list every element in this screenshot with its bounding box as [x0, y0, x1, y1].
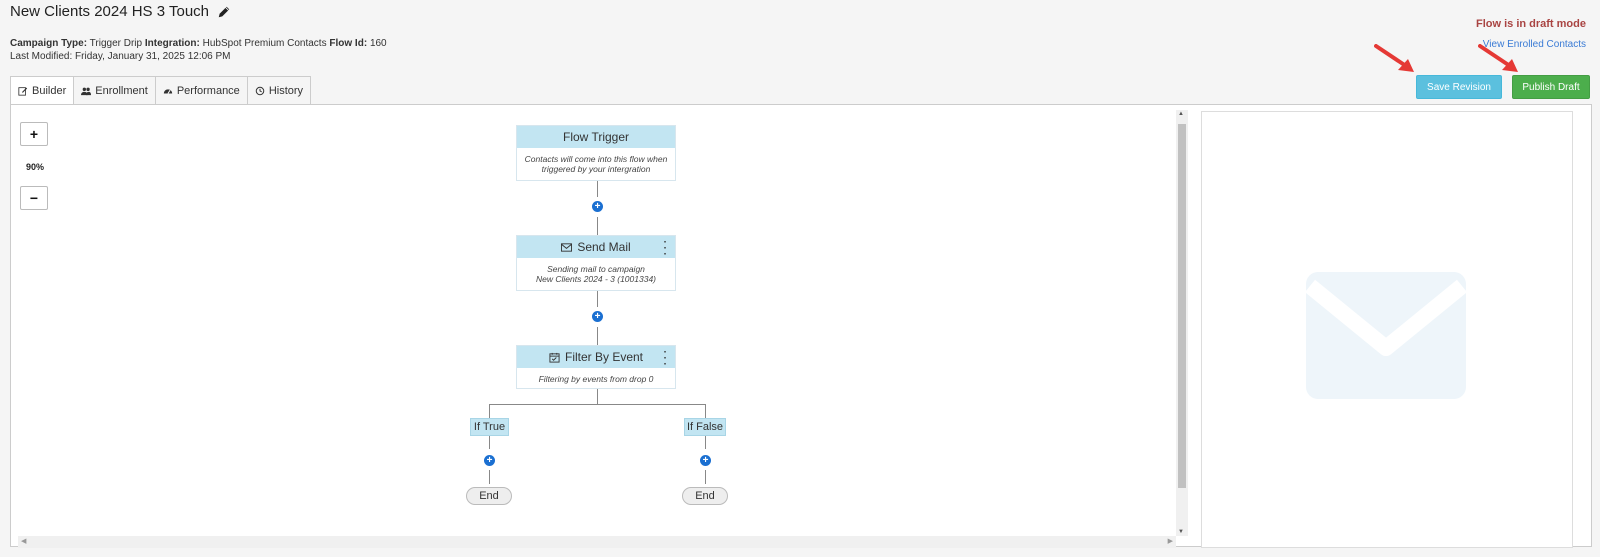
connector: [705, 404, 706, 419]
node-header: Send Mail · · ·: [517, 236, 675, 260]
add-step-button[interactable]: +: [592, 201, 603, 212]
tab-enrollment[interactable]: Enrollment: [73, 76, 156, 104]
end-node: End: [682, 487, 728, 505]
scroll-thumb[interactable]: [1178, 124, 1186, 488]
flow-title: New Clients 2024 HS 3 Touch: [10, 3, 209, 20]
flow-trigger-node[interactable]: Flow Trigger Contacts will come into thi…: [516, 125, 676, 181]
draft-status: Flow is in draft mode: [1475, 18, 1586, 30]
connector: [597, 389, 598, 404]
node-menu-icon[interactable]: · · ·: [664, 348, 667, 370]
page-title: New Clients 2024 HS 3 Touch: [10, 3, 231, 20]
node-description: Filtering by events from drop 0: [517, 368, 675, 388]
node-title: Flow Trigger: [562, 130, 630, 144]
scroll-down-icon[interactable]: ▼: [1178, 529, 1184, 535]
connector: [489, 404, 490, 419]
tab-label: Performance: [176, 84, 240, 97]
connector: [597, 327, 598, 345]
node-menu-icon[interactable]: · · ·: [664, 238, 667, 260]
connector: [705, 436, 706, 449]
last-modified: Last Modified: Friday, January 31, 2025 …: [10, 51, 231, 62]
connector: [489, 436, 490, 449]
desc-line: New Clients 2024 - 3 (1001334): [535, 274, 656, 284]
node-description: Sending mail to campaign New Clients 202…: [517, 258, 675, 288]
vertical-scrollbar[interactable]: ▲ ▼: [1176, 110, 1188, 536]
desc-line: Sending mail to campaign: [547, 264, 645, 274]
zoom-level: 90%: [26, 162, 45, 172]
tab-history[interactable]: History: [246, 76, 312, 104]
node-header: Flow Trigger: [517, 126, 675, 148]
tab-label: Builder: [32, 85, 67, 97]
users-icon: [81, 87, 92, 95]
zoom-in-button[interactable]: +: [20, 122, 48, 146]
flow-id-label: Flow Id:: [329, 38, 368, 49]
campaign-type-value: Trigger Drip: [89, 38, 143, 49]
tab-builder[interactable]: Builder: [10, 76, 75, 105]
node-title: Filter By Event: [564, 350, 644, 364]
add-step-button[interactable]: +: [700, 455, 711, 466]
scroll-up-icon[interactable]: ▲: [1178, 111, 1184, 117]
filter-by-event-node[interactable]: Filter By Event · · · Filtering by events …: [516, 345, 676, 389]
desc-line: triggered by your intergration: [541, 164, 651, 174]
flow-meta: Campaign Type: Trigger Drip Integration:…: [10, 37, 387, 63]
campaign-type-label: Campaign Type:: [10, 38, 88, 49]
flow-id-value: 160: [369, 38, 387, 49]
add-step-button[interactable]: +: [484, 455, 495, 466]
history-icon: [255, 86, 265, 95]
branch-connector: [489, 404, 706, 405]
connector: [597, 217, 598, 235]
tab-label: History: [268, 84, 304, 97]
pencil-icon[interactable]: [217, 5, 231, 19]
integration-value: HubSpot Premium Contacts: [202, 38, 327, 49]
horizontal-scrollbar[interactable]: ◀ ▶: [18, 536, 1176, 548]
scroll-right-icon[interactable]: ▶: [1168, 537, 1173, 545]
tab-bar: Builder Enrollment Performance History: [10, 76, 312, 105]
add-step-button[interactable]: +: [592, 311, 603, 322]
desc-line: Filtering by events from drop 0: [538, 374, 654, 384]
dashboard-icon: [163, 88, 172, 94]
publish-draft-button[interactable]: Publish Draft: [1512, 75, 1590, 99]
desc-line: Contacts will come into this flow when: [524, 154, 668, 164]
connector: [705, 470, 706, 484]
end-node: End: [466, 487, 512, 505]
node-description: Contacts will come into this flow when t…: [517, 148, 675, 178]
calendar-check-icon: [549, 352, 560, 363]
node-header: Filter By Event · · ·: [517, 346, 675, 370]
edit-icon: [18, 87, 28, 96]
zoom-out-button[interactable]: −: [20, 186, 48, 210]
red-arrow-icon: [1478, 44, 1518, 72]
tab-label: Enrollment: [95, 84, 148, 97]
integration-label: Integration:: [144, 38, 200, 49]
envelope-icon: [561, 242, 573, 252]
send-mail-node[interactable]: Send Mail · · · Sending mail to campaign N…: [516, 235, 676, 291]
node-title: Send Mail: [577, 240, 631, 254]
save-revision-button[interactable]: Save Revision: [1416, 75, 1502, 99]
if-true-branch[interactable]: If True: [470, 418, 509, 436]
tab-performance[interactable]: Performance: [154, 76, 248, 104]
envelope-icon: [1306, 272, 1466, 399]
if-false-branch[interactable]: If False: [684, 418, 726, 436]
connector: [489, 470, 490, 484]
scroll-left-icon[interactable]: ◀: [21, 537, 26, 545]
connector: [597, 181, 598, 197]
connector: [597, 291, 598, 307]
red-arrow-icon: [1374, 44, 1414, 72]
